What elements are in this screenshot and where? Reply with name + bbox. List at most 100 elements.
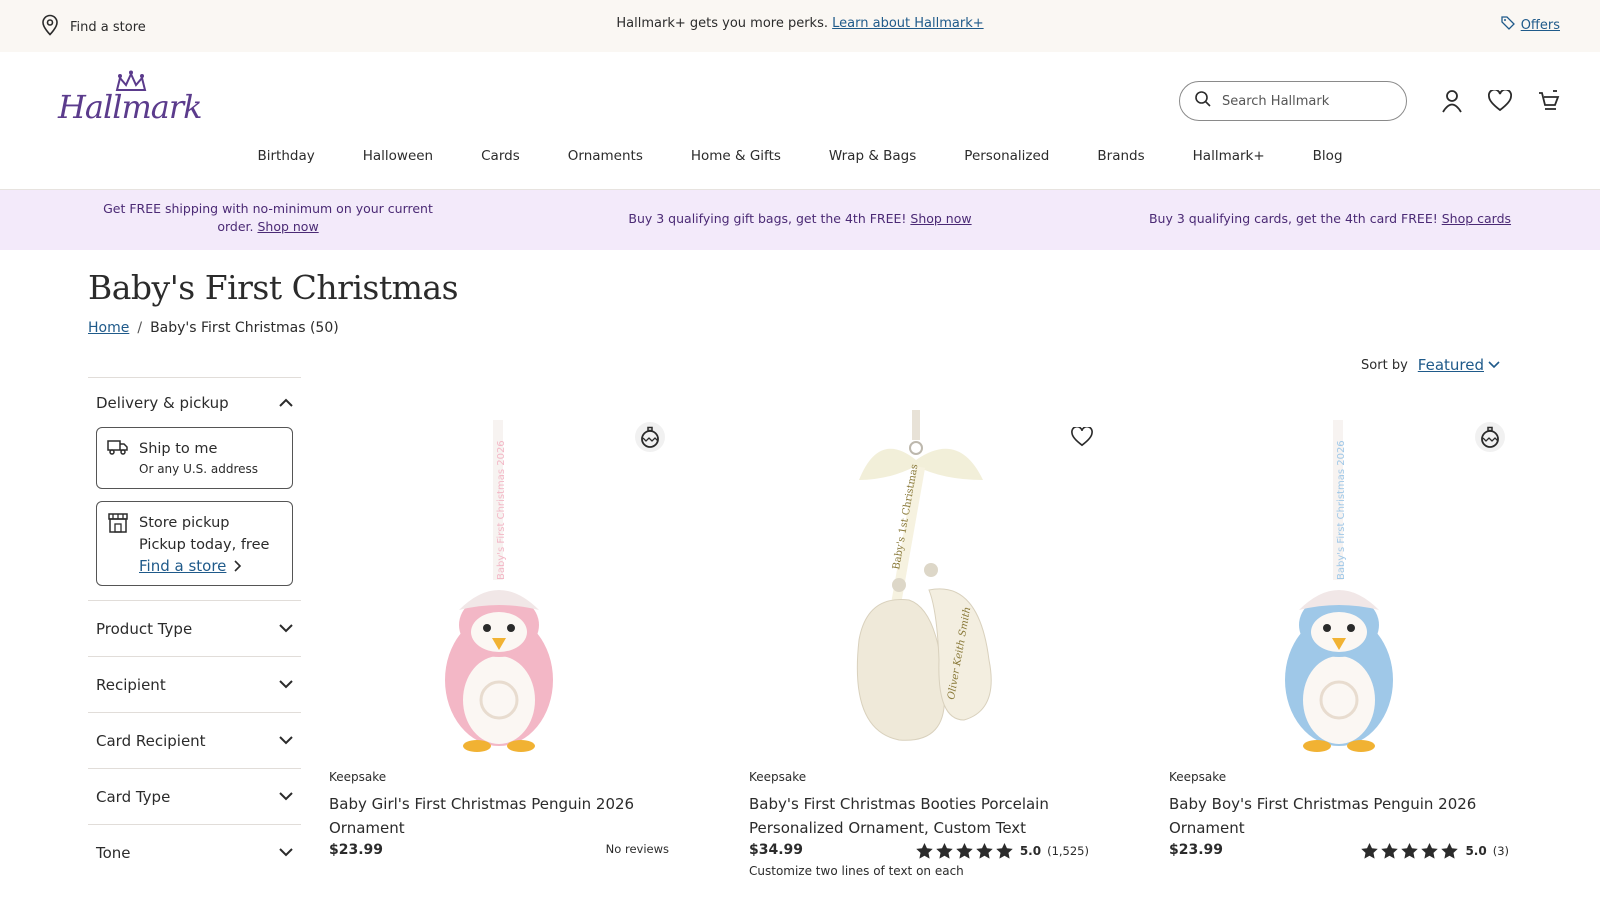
promo-cards-text: Buy 3 qualifying cards, get the 4th card…	[1148, 211, 1438, 226]
account-icon[interactable]	[1439, 88, 1465, 114]
promo-shipping-link[interactable]: Shop now	[257, 219, 318, 234]
chevron-down-icon	[279, 680, 293, 689]
sort-value: Featured	[1417, 356, 1484, 374]
nav-item[interactable]: Brands	[1073, 148, 1168, 178]
promo-cards-link[interactable]: Shop cards	[1442, 211, 1511, 226]
wishlist-heart-icon[interactable]	[1487, 88, 1513, 114]
nav-item[interactable]: Cards	[457, 148, 544, 178]
rating-score: 5.0	[1019, 844, 1042, 858]
heart-outline-icon	[1071, 427, 1093, 447]
nav-item[interactable]: Ornaments	[544, 148, 667, 178]
cart-icon[interactable]	[1535, 88, 1561, 114]
ship-to-me-subtitle: Or any U.S. address	[139, 462, 259, 476]
breadcrumb-current: Baby's First Christmas (50)	[150, 320, 339, 336]
rating-stars	[1360, 842, 1459, 860]
nav-item[interactable]: Birthday	[233, 148, 338, 178]
promo-shipping: Get FREE shipping with no-minimum on you…	[88, 200, 448, 236]
filter-group-label: Tone	[96, 843, 131, 862]
sort-dropdown[interactable]: Featured	[1418, 356, 1500, 374]
rating-count: (1,525)	[1047, 844, 1089, 858]
search-input[interactable]	[1222, 93, 1372, 109]
product-brand: Keepsake	[329, 770, 387, 784]
filter-group-toggle[interactable]: Recipient	[88, 656, 301, 712]
product-rating[interactable]: 5.0 (1,525)	[915, 842, 1089, 860]
star-icon	[1381, 842, 1399, 859]
offers-label: Offers	[1520, 17, 1560, 33]
store-pickup-title: Store pickup	[139, 515, 230, 531]
filter-delivery-label: Delivery & pickup	[96, 393, 229, 412]
storefront-icon	[107, 512, 129, 575]
nav-item[interactable]: Home & Gifts	[667, 148, 805, 178]
svg-text:Baby's First Christmas 2026: Baby's First Christmas 2026	[1336, 440, 1347, 580]
promo-gift-bags-link[interactable]: Shop now	[910, 211, 971, 226]
rating-count: (3)	[1492, 844, 1509, 858]
filter-group-toggle[interactable]: Tone	[88, 824, 301, 880]
product-brand: Keepsake	[1169, 770, 1227, 784]
hallmark-logo[interactable]: Hallmark	[58, 70, 208, 132]
ship-to-me-option[interactable]: Ship to me Or any U.S. address	[96, 427, 293, 489]
learn-hallmark-plus-link[interactable]: Learn about Hallmark+	[832, 16, 983, 31]
product-rating[interactable]: 5.0 (3)	[1360, 842, 1509, 860]
star-icon	[996, 842, 1013, 859]
promo-gift-bags-text: Buy 3 qualifying gift bags, get the 4th …	[628, 211, 907, 226]
sort-control: Sort by Featured	[1361, 356, 1500, 374]
product-image[interactable]: Baby's 1st Christmas Oliver Keith Smith	[749, 410, 1089, 758]
product-card[interactable]: Baby's 1st Christmas Oliver Keith Smith Ke…	[749, 410, 1093, 900]
filter-group-label: Recipient	[96, 675, 166, 694]
store-pickup-option[interactable]: Store pickup Pickup today, free Find a s…	[96, 501, 293, 586]
nav-item[interactable]: Halloween	[339, 148, 457, 178]
nav-item[interactable]: Hallmark+	[1169, 148, 1289, 178]
filter-group-label: Card Recipient	[96, 731, 206, 750]
pickup-find-store-label: Find a store	[139, 557, 227, 575]
product-price: $34.99	[749, 842, 804, 858]
offers-link[interactable]: Offers	[1501, 16, 1560, 34]
star-icon	[1441, 842, 1459, 859]
search-box[interactable]	[1179, 81, 1407, 121]
page-title: Baby's First Christmas	[88, 268, 459, 307]
nav-item[interactable]: Blog	[1289, 148, 1367, 178]
reviews-text: No reviews	[605, 842, 669, 856]
filter-delivery-toggle[interactable]: Delivery & pickup	[88, 377, 301, 427]
ornament-icon	[641, 426, 659, 448]
product-name[interactable]: Baby Girl's First Christmas Penguin 2026…	[329, 792, 669, 840]
product-image[interactable]: Baby's First Christmas 2026	[329, 410, 669, 758]
nav-item[interactable]: Wrap & Bags	[805, 148, 940, 178]
breadcrumb: Home / Baby's First Christmas (50)	[88, 320, 339, 336]
chevron-down-icon	[279, 736, 293, 745]
promo-strip: Get FREE shipping with no-minimum on you…	[0, 190, 1600, 250]
star-icon	[956, 842, 973, 859]
utility-bar: Find a store Hallmark+ gets you more per…	[0, 0, 1600, 52]
nav-item[interactable]: Personalized	[940, 148, 1073, 178]
chevron-down-icon	[279, 792, 293, 801]
product-brand: Keepsake	[749, 770, 807, 784]
pickup-find-store-link[interactable]: Find a store	[139, 557, 242, 575]
logo-wordmark: Hallmark	[58, 88, 203, 126]
filter-group-toggle[interactable]: Product Type	[88, 600, 301, 656]
product-price: $23.99	[329, 842, 384, 858]
site-header: Hallmark BirthdayHalloweenCardsOrnaments…	[0, 52, 1600, 190]
star-icon	[936, 842, 953, 859]
main-nav: Birthday Halloween Cards Ornaments Home & Gi…	[0, 148, 1600, 178]
search-icon	[1194, 90, 1212, 112]
chevron-right-icon	[234, 560, 242, 572]
star-icon	[1361, 842, 1379, 859]
product-name[interactable]: Baby's First Christmas Booties Porcelain…	[749, 792, 1089, 840]
rating-stars	[915, 842, 1014, 860]
product-name[interactable]: Baby Boy's First Christmas Penguin 2026 …	[1169, 792, 1509, 840]
product-card[interactable]: Baby's First Christmas 2026 Keepsake Baby …	[1169, 410, 1509, 900]
product-card[interactable]: Baby's First Christmas 2026 Keepsake Baby …	[329, 410, 669, 900]
star-icon	[1401, 842, 1419, 859]
star-icon	[1421, 842, 1439, 859]
ship-to-me-title: Ship to me	[139, 441, 218, 457]
rating-score: 5.0	[1465, 844, 1487, 858]
ornament-icon	[1481, 426, 1499, 448]
filter-group-toggle[interactable]: Card Recipient	[88, 712, 301, 768]
chevron-up-icon	[279, 398, 293, 407]
product-grid: Baby's First Christmas 2026 Keepsake Baby …	[329, 410, 1514, 900]
store-pickup-subtitle: Pickup today, free	[139, 537, 270, 553]
breadcrumb-home-link[interactable]: Home	[88, 320, 129, 336]
product-image[interactable]: Baby's First Christmas 2026	[1169, 410, 1509, 758]
favorite-button[interactable]	[1067, 422, 1097, 452]
hallmark-plus-text: Hallmark+ gets you more perks.	[616, 16, 828, 31]
filter-group-toggle[interactable]: Card Type	[88, 768, 301, 824]
